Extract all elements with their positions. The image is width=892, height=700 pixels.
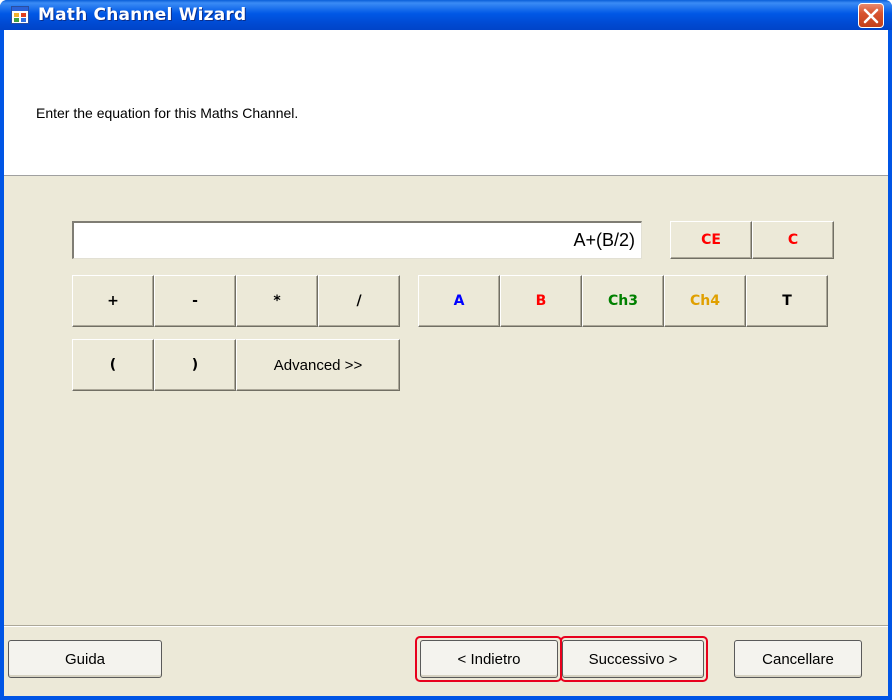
multiply-button[interactable]: *: [236, 275, 318, 327]
next-button-highlight: [560, 636, 708, 682]
title-bar[interactable]: Math Channel Wizard: [0, 0, 892, 30]
channel-ch4-button[interactable]: Ch4: [664, 275, 746, 327]
clear-entry-button[interactable]: CE: [670, 221, 752, 259]
close-button[interactable]: [858, 3, 884, 28]
channel-b-button[interactable]: B: [500, 275, 582, 327]
channel-a-button[interactable]: A: [418, 275, 500, 327]
header-panel: Enter the equation for this Maths Channe…: [4, 30, 888, 176]
instruction-text: Enter the equation for this Maths Channe…: [36, 105, 299, 121]
dialog-client-area: Enter the equation for this Maths Channe…: [4, 30, 888, 696]
app-window-icon: [11, 6, 29, 24]
plus-button[interactable]: +: [72, 275, 154, 327]
back-button-highlight: [415, 636, 562, 682]
cancel-button[interactable]: Cancellare: [734, 640, 862, 678]
clear-button[interactable]: C: [752, 221, 834, 259]
footer-separator: [4, 625, 888, 627]
advanced-button[interactable]: Advanced >>: [236, 339, 400, 391]
open-paren-button[interactable]: (: [72, 339, 154, 391]
equation-field[interactable]: A+(B/2): [72, 221, 642, 259]
window-title: Math Channel Wizard: [38, 5, 247, 25]
divide-button[interactable]: /: [318, 275, 400, 327]
channel-ch3-button[interactable]: Ch3: [582, 275, 664, 327]
close-paren-button[interactable]: ): [154, 339, 236, 391]
help-button[interactable]: Guida: [8, 640, 162, 678]
wizard-window: Math Channel Wizard Enter the equation f…: [0, 0, 892, 700]
time-channel-button[interactable]: T: [746, 275, 828, 327]
close-icon: [863, 8, 879, 24]
minus-button[interactable]: -: [154, 275, 236, 327]
